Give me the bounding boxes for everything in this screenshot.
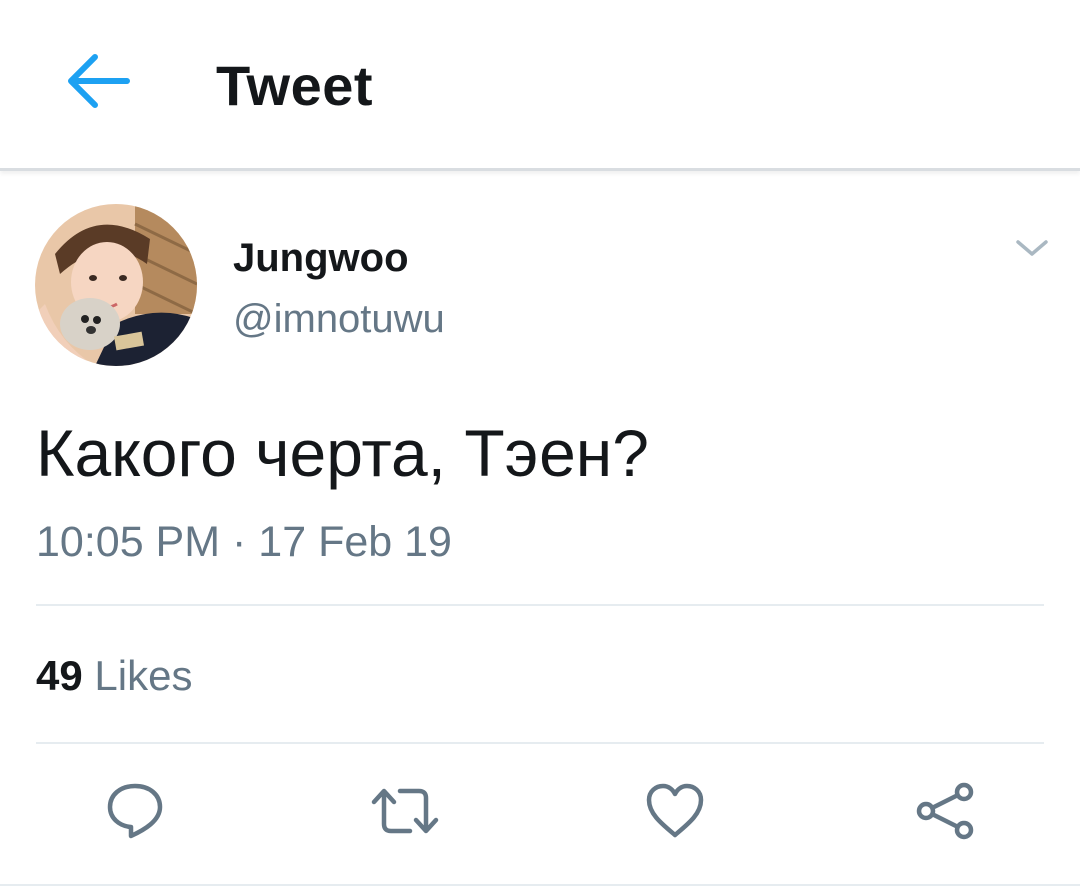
tweet-menu-button[interactable] xyxy=(1010,228,1054,272)
tweet-timestamp: 10:05 PM · 17 Feb 19 xyxy=(36,514,452,570)
comment-bubble-icon xyxy=(104,780,166,847)
retweet-button[interactable] xyxy=(370,778,440,848)
bottom-divider xyxy=(0,884,1080,886)
share-icon xyxy=(912,780,978,847)
tweet-text: Какого черта, Тэен? xyxy=(36,416,649,490)
divider xyxy=(36,604,1044,606)
avatar[interactable] xyxy=(35,204,197,366)
display-name[interactable]: Jungwoo xyxy=(233,234,409,282)
tweet-time: 10:05 PM xyxy=(36,518,221,566)
timestamp-separator: · xyxy=(232,518,247,566)
divider xyxy=(36,742,1044,744)
username[interactable]: @imnotuwu xyxy=(233,294,445,344)
back-button[interactable] xyxy=(56,48,136,118)
chevron-down-icon xyxy=(1014,236,1050,265)
likes-count: 49 xyxy=(36,652,83,699)
arrow-left-icon xyxy=(61,51,131,116)
page-title: Tweet xyxy=(216,54,374,117)
app-header: Tweet xyxy=(0,0,1080,171)
reply-button[interactable] xyxy=(100,778,170,848)
retweet-icon xyxy=(370,780,440,847)
share-button[interactable] xyxy=(910,778,980,848)
likes-stat[interactable]: 49 Likes xyxy=(36,650,192,702)
tweet-date: 17 Feb 19 xyxy=(258,518,452,566)
likes-label: Likes xyxy=(94,652,193,699)
like-button[interactable] xyxy=(640,778,710,848)
heart-icon xyxy=(644,780,706,847)
